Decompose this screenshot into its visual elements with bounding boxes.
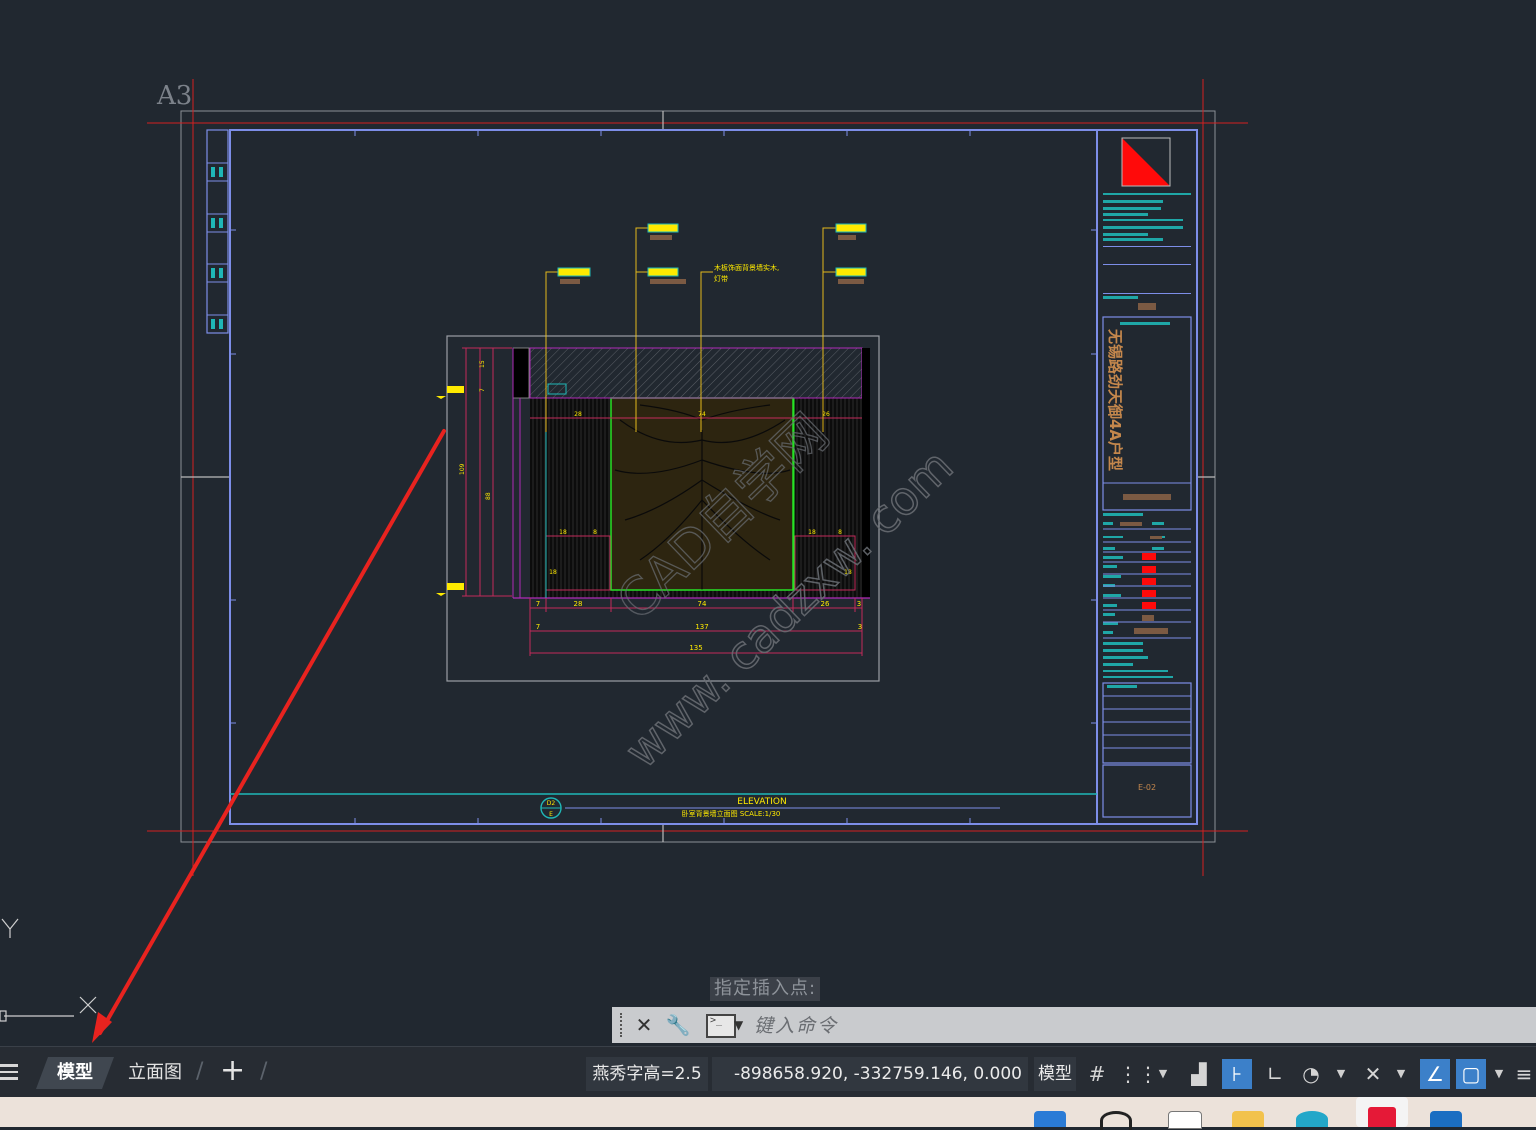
svg-text:88: 88 [485, 492, 492, 500]
svg-text:74: 74 [698, 411, 706, 418]
infer-constraints-icon[interactable]: ▟ [1184, 1059, 1214, 1089]
command-prompt: 指定插入点: [710, 977, 821, 1001]
elevation-title: ELEVATION [737, 797, 786, 807]
close-icon[interactable]: ✕ [630, 1011, 658, 1039]
chevron-down-icon[interactable]: ▼ [1492, 1059, 1506, 1089]
grid-icon[interactable]: # [1082, 1059, 1112, 1089]
outlook-icon[interactable] [1430, 1111, 1462, 1127]
coordinate-readout[interactable]: -898658.920, -332759.146, 0.000 [712, 1057, 1028, 1091]
tab-layout-elevation[interactable]: 立面图 [128, 1057, 182, 1089]
menu-icon[interactable] [0, 1061, 20, 1083]
os-taskbar [0, 1097, 1536, 1130]
svg-text:18: 18 [808, 529, 816, 536]
wrench-icon[interactable]: 🔧 [664, 1011, 692, 1039]
search-icon[interactable] [1100, 1111, 1132, 1130]
title-block: 无锡路劲天御4A户型 E-02 [1102, 137, 1192, 818]
chevron-down-icon[interactable]: ▼ [734, 1012, 743, 1038]
ortho-icon[interactable]: ∟ [1260, 1059, 1290, 1089]
svg-text:18: 18 [549, 569, 557, 576]
command-history-icon[interactable] [706, 1014, 736, 1038]
object-snap-icon[interactable]: ▢ [1456, 1059, 1486, 1089]
svg-text:D2: D2 [547, 800, 556, 807]
svg-text:灯带: 灯带 [714, 274, 728, 283]
level-marker-bottom [436, 583, 464, 596]
command-line: ✕ 🔧 ▼ [612, 1007, 1536, 1043]
snap-icon[interactable]: ⋮⋮ [1118, 1059, 1158, 1089]
polar-tracking-icon[interactable]: ◔ [1296, 1059, 1326, 1089]
text-height-field[interactable]: 燕秀字高=2.5 [586, 1057, 708, 1091]
task-view-icon[interactable] [1168, 1111, 1202, 1129]
command-input[interactable] [752, 1010, 1526, 1042]
chevron-down-icon[interactable]: ▼ [1156, 1059, 1170, 1089]
tab-model[interactable]: 模型 [36, 1057, 114, 1089]
sheet-number: E-02 [1138, 783, 1156, 792]
svg-text:18: 18 [559, 529, 567, 536]
dynamic-input-icon[interactable]: ⊦ [1222, 1059, 1252, 1089]
svg-text:28: 28 [574, 411, 582, 418]
autocad-app-icon [1368, 1107, 1396, 1127]
add-layout-icon[interactable]: + [220, 1053, 245, 1088]
command-grip[interactable] [620, 1013, 625, 1037]
svg-text:135: 135 [689, 644, 702, 652]
project-name-label: 无锡路劲天御4A户型 [1106, 328, 1124, 471]
svg-text:15: 15 [479, 360, 486, 368]
object-snap-tracking-icon[interactable]: ∠ [1420, 1059, 1450, 1089]
chevron-down-icon[interactable]: ▼ [1334, 1059, 1348, 1089]
drawing-svg: A3 无锡路劲天御4A户型 E-02 15 7 109 88 7 28 74 2… [0, 79, 1248, 1043]
svg-text:28: 28 [574, 600, 583, 608]
svg-text:7: 7 [536, 600, 540, 608]
svg-text:3: 3 [858, 623, 862, 631]
svg-text:3: 3 [857, 600, 861, 608]
level-marker-top [436, 386, 464, 399]
material-tags [557, 223, 867, 284]
svg-text:7: 7 [536, 623, 540, 631]
lineweight-icon[interactable]: ≡ [1512, 1059, 1536, 1089]
material-note: 木板饰面背景墙实木, [714, 263, 779, 272]
chevron-down-icon[interactable]: ▼ [1394, 1059, 1408, 1089]
status-bar: 模型 立面图 / + / 燕秀字高=2.5 -898658.920, -3327… [0, 1046, 1536, 1097]
sheet-size-label: A3 [156, 81, 192, 111]
svg-text:109: 109 [459, 463, 466, 475]
svg-text:8: 8 [593, 529, 597, 536]
svg-text:E: E [549, 811, 553, 818]
file-explorer-icon[interactable] [1232, 1111, 1264, 1127]
svg-text:137: 137 [695, 623, 708, 631]
isodraft-icon[interactable]: ✕ [1358, 1059, 1388, 1089]
elevation-subtitle: 卧室背景墙立面图 SCALE:1/30 [682, 809, 781, 818]
drawing-canvas[interactable]: A3 无锡路劲天御4A户型 E-02 15 7 109 88 7 28 74 2… [0, 0, 1536, 1046]
edge-browser-icon[interactable] [1296, 1111, 1328, 1127]
autocad-taskbar-slot[interactable] [1356, 1097, 1408, 1127]
annotation-arrow [92, 429, 446, 1043]
svg-text:7: 7 [479, 388, 486, 392]
windows-start-icon[interactable] [1034, 1111, 1066, 1127]
model-space-button[interactable]: 模型 [1034, 1057, 1076, 1091]
ucs-icon [0, 918, 97, 1022]
svg-text:74: 74 [698, 600, 707, 608]
